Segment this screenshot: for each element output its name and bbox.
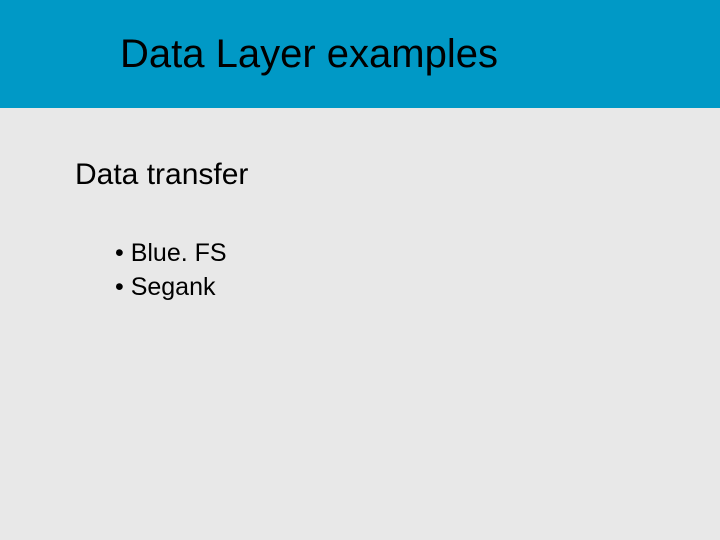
- slide-content: Data transfer • Blue. FS • Segank: [0, 108, 720, 355]
- bullet-item: • Segank: [115, 271, 645, 305]
- bullet-item: • Blue. FS: [115, 237, 645, 271]
- bullet-text: Segank: [131, 273, 216, 301]
- section-subtitle: Data transfer: [75, 158, 645, 192]
- slide-header: Data Layer examples: [0, 0, 720, 108]
- bullet-text: Blue. FS: [131, 239, 227, 267]
- slide-title: Data Layer examples: [120, 32, 498, 77]
- bullet-list: • Blue. FS • Segank: [75, 237, 645, 305]
